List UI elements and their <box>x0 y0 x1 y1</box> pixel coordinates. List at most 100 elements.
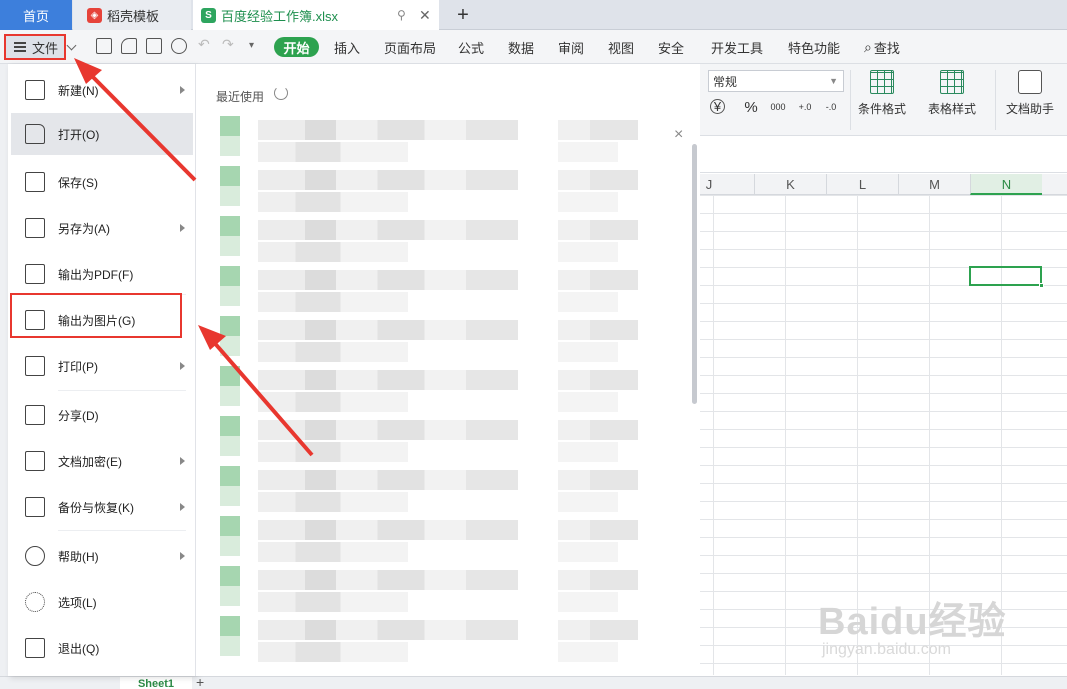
menu-insert[interactable]: 插入 <box>334 30 360 64</box>
percent-button[interactable]: % <box>742 96 760 118</box>
file-menu-save-as-label: 另存为(A) <box>58 221 110 236</box>
doc-assistant-button[interactable]: 文档助手 <box>1006 70 1054 117</box>
daoke-logo-icon: ◈ <box>87 7 102 23</box>
column-header-k[interactable]: K <box>754 174 826 195</box>
hamburger-icon <box>14 40 26 55</box>
file-menu-open[interactable]: 打开(O) <box>11 113 193 155</box>
file-menu-share[interactable]: 分享(D) <box>11 394 193 436</box>
menu-search-label: 查找 <box>873 40 900 56</box>
add-sheet-button[interactable]: + <box>196 674 204 689</box>
formula-bar[interactable] <box>700 137 1067 173</box>
recent-file-row[interactable] <box>216 316 646 366</box>
tab-bar: 首页 ◈ 稻壳模板 S 百度经验工作簿.xlsx ⚲ ✕ + <box>0 0 1067 30</box>
file-menu-new-label: 新建(N) <box>58 83 99 98</box>
close-icon[interactable]: × <box>674 126 683 144</box>
submenu-arrow-icon <box>180 552 185 560</box>
fill-handle[interactable] <box>1039 283 1044 288</box>
customize-dropdown-icon[interactable]: ▾ <box>249 40 254 51</box>
menu-developer[interactable]: 开发工具 <box>711 30 763 64</box>
file-menu-backup[interactable]: 备份与恢复(K) <box>11 486 193 528</box>
decrease-decimal-button[interactable]: -.0 <box>820 96 842 118</box>
save-quick-icon[interactable] <box>96 38 112 54</box>
conditional-format-icon <box>870 70 894 94</box>
menu-view[interactable]: 视图 <box>608 30 634 64</box>
recent-file-row[interactable] <box>216 266 646 316</box>
submenu-arrow-icon <box>180 86 185 94</box>
recent-file-row[interactable] <box>216 166 646 216</box>
scrollbar[interactable] <box>692 144 697 404</box>
recent-file-row[interactable] <box>216 116 646 166</box>
export-quick-icon[interactable] <box>121 38 137 54</box>
tab-templates[interactable]: ◈ 稻壳模板 <box>73 0 191 30</box>
selected-cell[interactable] <box>969 266 1044 288</box>
number-format-select[interactable]: 常规 ▼ <box>708 70 844 92</box>
file-menu-new[interactable]: 新建(N) <box>11 69 193 111</box>
chevron-down-icon: ▼ <box>829 76 838 86</box>
file-menu-options[interactable]: 选项(L) <box>11 581 193 623</box>
file-menu-exit[interactable]: 退出(Q) <box>11 627 193 669</box>
conditional-format-button[interactable]: 条件格式 <box>858 70 906 117</box>
file-menu-export-pdf-label: 输出为PDF(F) <box>58 267 134 282</box>
menu-data[interactable]: 数据 <box>508 30 534 64</box>
export-pdf-icon <box>25 264 45 284</box>
thousands-button[interactable]: 000 <box>766 96 790 118</box>
left-backstage-strip <box>0 64 8 676</box>
sheet-tab-active[interactable]: Sheet1 <box>120 677 192 689</box>
recent-file-row[interactable] <box>216 216 646 266</box>
undo-icon[interactable]: ↶ <box>198 36 210 53</box>
column-header-m[interactable]: M <box>898 174 970 195</box>
increase-decimal-button[interactable]: +.0 <box>794 96 816 118</box>
recent-file-row[interactable] <box>216 516 646 566</box>
file-menu-export-pdf[interactable]: 输出为PDF(F) <box>11 253 193 295</box>
submenu-arrow-icon <box>180 503 185 511</box>
menu-special-features[interactable]: 特色功能 <box>788 30 840 64</box>
print-quick-icon[interactable] <box>146 38 162 54</box>
chevron-down-icon[interactable] <box>66 40 77 51</box>
file-menu-help[interactable]: 帮助(H) <box>11 535 193 577</box>
spreadsheet-icon: S <box>201 7 216 23</box>
menu-start[interactable]: 开始 <box>274 37 319 57</box>
watermark-logo: Baidu经验 <box>818 601 1007 643</box>
new-tab-button[interactable]: + <box>450 0 476 30</box>
menu-formulas[interactable]: 公式 <box>458 30 484 64</box>
redo-icon[interactable]: ↷ <box>222 36 234 53</box>
column-header-n[interactable]: N <box>970 174 1042 195</box>
menu-search[interactable]: ⌕ 查找 <box>864 30 900 64</box>
folder-open-icon <box>25 124 45 144</box>
recent-file-row[interactable] <box>216 616 646 666</box>
file-menu-save-label: 保存(S) <box>58 175 98 190</box>
preview-quick-icon[interactable] <box>171 38 187 54</box>
pin-icon[interactable]: ⚲ <box>397 8 406 22</box>
recent-file-row[interactable] <box>216 416 646 466</box>
recent-file-row[interactable] <box>216 366 646 416</box>
tab-home[interactable]: 首页 <box>0 0 72 30</box>
tab-workbook[interactable]: S 百度经验工作簿.xlsx ⚲ ✕ <box>193 0 439 30</box>
table-style-button[interactable]: 表格样式 <box>928 70 976 117</box>
save-as-icon <box>25 218 45 238</box>
ribbon: 常规 ▼ ¥ % 000 +.0 -.0 条件格式 表格样式 文档助手 <box>700 64 1067 136</box>
file-menu-save[interactable]: 保存(S) <box>11 161 193 203</box>
currency-button[interactable]: ¥ <box>710 99 725 114</box>
file-menu-save-as[interactable]: 另存为(A) <box>11 207 193 249</box>
menu-review[interactable]: 审阅 <box>558 30 584 64</box>
recent-file-row[interactable] <box>216 466 646 516</box>
submenu-arrow-icon <box>180 362 185 370</box>
column-header-l[interactable]: L <box>826 174 898 195</box>
menu-divider <box>58 390 186 391</box>
conditional-format-label: 条件格式 <box>858 102 907 116</box>
file-menu-print-label: 打印(P) <box>58 359 98 374</box>
submenu-arrow-icon <box>180 457 185 465</box>
menu-security[interactable]: 安全 <box>658 30 684 64</box>
refresh-icon[interactable] <box>274 86 288 100</box>
column-headers: J K L M N <box>700 174 1067 195</box>
close-tab-icon[interactable]: ✕ <box>419 7 431 24</box>
menu-page-layout[interactable]: 页面布局 <box>384 30 436 64</box>
file-menu-button[interactable]: 文件 <box>4 34 66 60</box>
recent-file-row[interactable] <box>216 566 646 616</box>
file-menu-encrypt[interactable]: 文档加密(E) <box>11 440 193 482</box>
sheet-bar: Sheet1 + <box>0 674 1067 689</box>
file-menu-label: 文件 <box>32 40 59 56</box>
file-menu-print[interactable]: 打印(P) <box>11 345 193 387</box>
backup-icon <box>25 497 45 517</box>
file-menu-open-label: 打开(O) <box>58 127 100 142</box>
